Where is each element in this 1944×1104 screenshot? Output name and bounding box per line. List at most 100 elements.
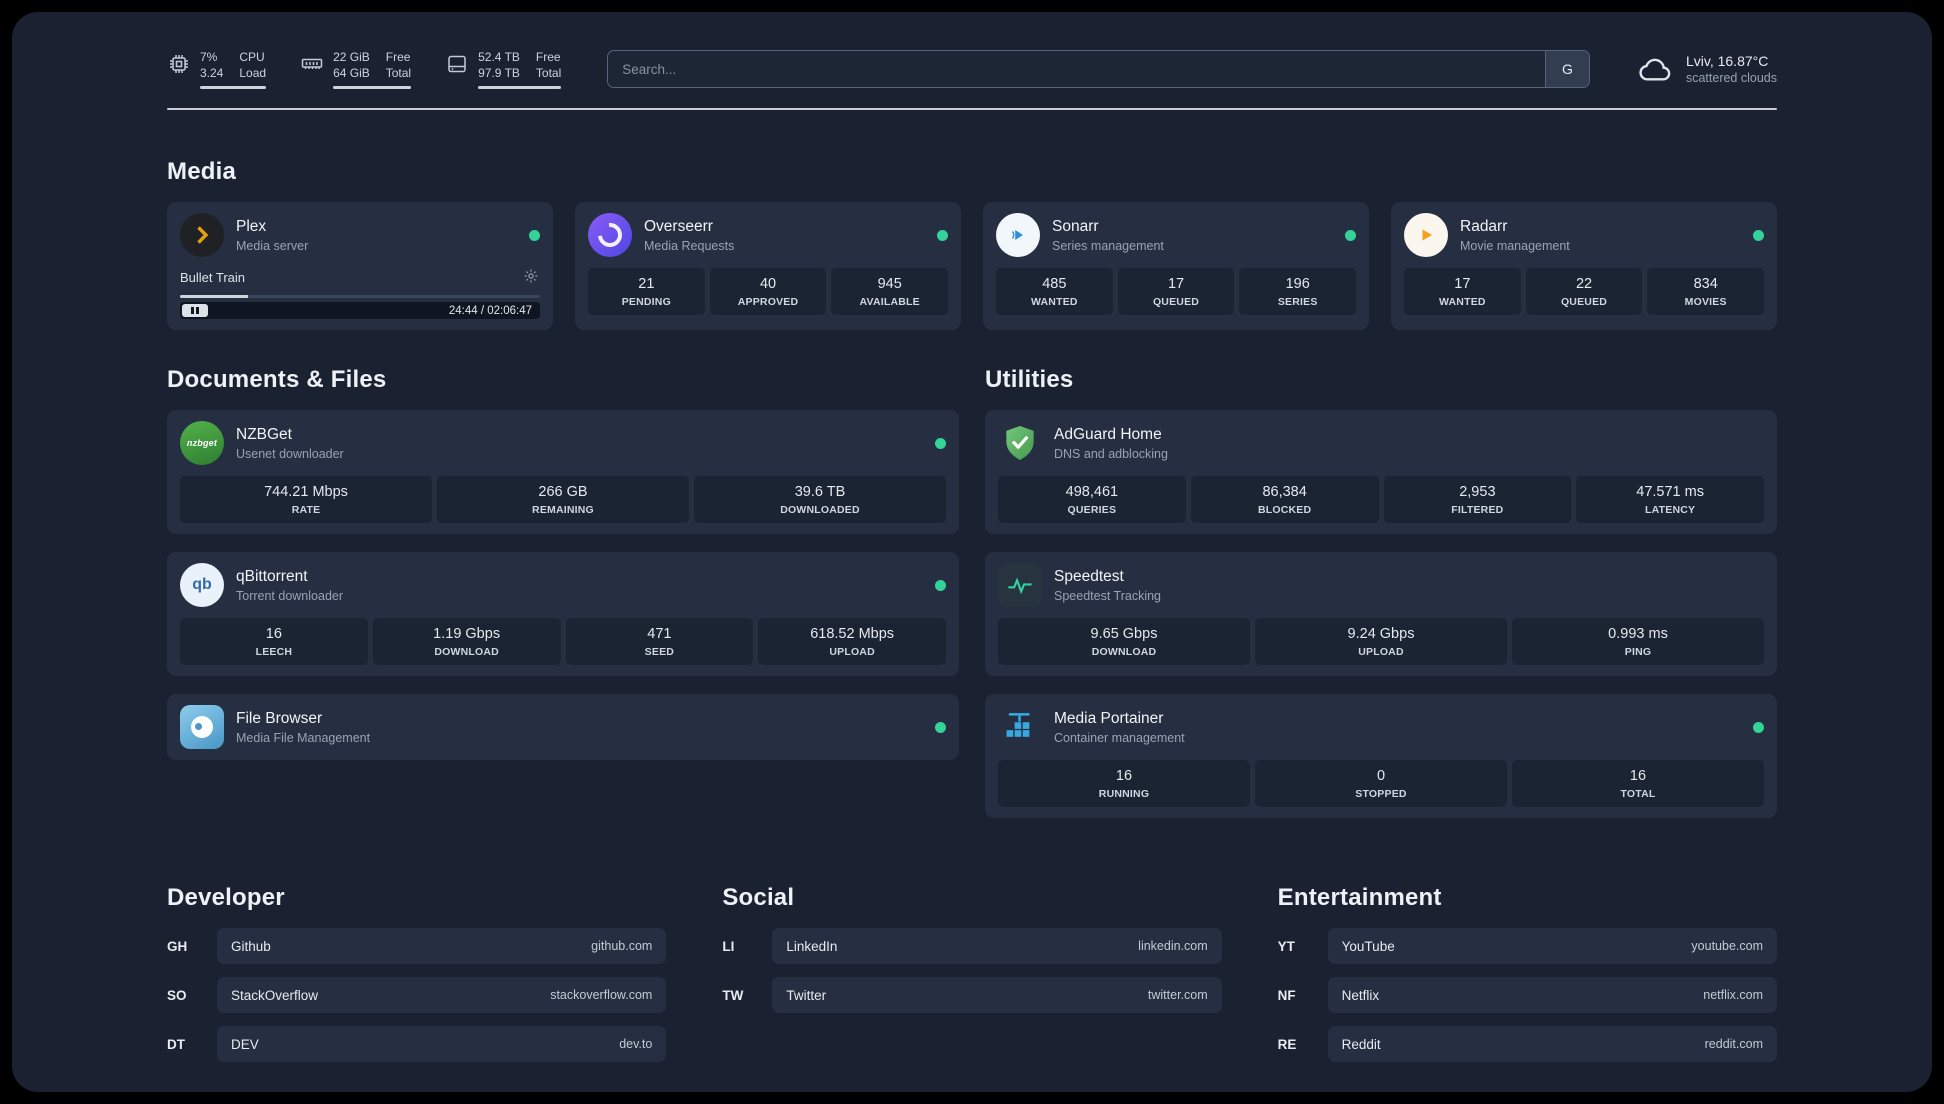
disk-bar <box>478 86 562 90</box>
weather-text: Lviv, 16.87°C scattered clouds <box>1686 53 1777 85</box>
bookmark-url: stackoverflow.com <box>550 988 653 1002</box>
bookmark-group-entertainment: Entertainment YT YouTube youtube.com NF … <box>1278 884 1777 1075</box>
service-card-portainer[interactable]: Media Portainer Container management 16 … <box>985 694 1777 818</box>
stat-block: 39.6 TB DOWNLOADED <box>694 476 946 523</box>
bookmark-abbr: RE <box>1277 1036 1297 1052</box>
service-card-sonarr[interactable]: Sonarr Series management 485 WANTED 17 Q… <box>983 202 1369 330</box>
service-name: Media Portainer <box>1054 709 1164 727</box>
cpu-label: CPU <box>239 49 265 64</box>
service-name: File Browser <box>236 709 323 727</box>
bookmark-linkedin[interactable]: LI LinkedIn linkedin.com <box>722 928 1222 964</box>
stat-block: 47.571 ms LATENCY <box>1576 476 1764 523</box>
service-description: Media File Management <box>236 730 371 745</box>
section-utilities: Utilities AdGuard Home DNS and adblockin… <box>985 366 1777 836</box>
service-card-radarr[interactable]: Radarr Movie management 17 WANTED 22 QUE… <box>1391 202 1777 330</box>
stat-block: 0.993 ms PING <box>1512 618 1764 665</box>
service-card-nzbget[interactable]: nzbget NZBGet Usenet downloader 744.21 M… <box>167 410 959 534</box>
search-provider-button[interactable]: G <box>1544 51 1589 87</box>
stat-value: 22 <box>1575 276 1593 292</box>
bookmark-reddit[interactable]: RE Reddit reddit.com <box>1278 1026 1777 1062</box>
stat-block: 485 WANTED <box>996 268 1113 315</box>
stat-block: 744.21 Mbps RATE <box>180 476 432 523</box>
bookmark-abbr: GH <box>167 938 188 954</box>
stat-label: BLOCKED <box>1257 504 1312 516</box>
status-dot <box>935 721 946 733</box>
stat-value: 834 <box>1693 276 1718 292</box>
stat-value: 266 GB <box>538 484 588 500</box>
bookmark-twitter[interactable]: TW Twitter twitter.com <box>722 977 1222 1013</box>
section-title-social: Social <box>722 884 795 911</box>
bookmark-name: Netflix <box>1341 987 1380 1003</box>
service-card-adguard[interactable]: AdGuard Home DNS and adblocking 498,461 … <box>985 410 1777 534</box>
bookmark-name: YouTube <box>1341 938 1395 954</box>
stat-value: 17 <box>1454 276 1471 292</box>
service-card-filebrowser[interactable]: File Browser Media File Management <box>167 694 959 760</box>
service-description: Usenet downloader <box>236 446 344 461</box>
stat-block: 17 WANTED <box>1404 268 1521 315</box>
stat-label: MOVIES <box>1684 296 1727 308</box>
playback-progress-bar[interactable] <box>180 295 540 298</box>
gear-icon[interactable] <box>522 268 540 286</box>
stat-block: 40 APPROVED <box>709 268 827 315</box>
stat-label: PENDING <box>621 296 671 308</box>
cpu-stats: 7% 3.24 CPU Load <box>200 49 267 90</box>
memory-total-value: 64 GiB <box>333 66 370 80</box>
stat-block: 16 LEECH <box>180 618 368 665</box>
adguard-icon <box>998 421 1042 465</box>
bookmark-pill: DEV dev.to <box>217 1026 667 1062</box>
stat-value: 485 <box>1042 276 1067 292</box>
stat-label: SERIES <box>1277 296 1318 308</box>
service-card-speedtest[interactable]: Speedtest Speedtest Tracking 9.65 Gbps D… <box>985 552 1777 676</box>
qbittorrent-icon: qb <box>180 563 224 607</box>
bookmark-url: dev.to <box>619 1037 653 1051</box>
service-name: Overseerr <box>644 217 713 235</box>
bookmark-name: Twitter <box>786 987 827 1003</box>
section-documents: Documents & Files nzbget NZBGet Usenet d… <box>167 366 959 778</box>
pause-button[interactable] <box>182 304 208 317</box>
status-dot <box>937 229 948 241</box>
bookmark-stackoverflow[interactable]: SO StackOverflow stackoverflow.com <box>167 977 667 1013</box>
memory-widget: 22 GiB 64 GiB Free Total <box>300 49 412 90</box>
bookmark-pill: Twitter twitter.com <box>772 977 1222 1013</box>
stat-block: 9.65 Gbps DOWNLOAD <box>998 618 1250 665</box>
bookmark-name: Github <box>231 938 271 954</box>
stat-label: SEED <box>644 646 675 658</box>
stat-block: 21 PENDING <box>588 268 705 315</box>
stat-label: TOTAL <box>1620 788 1656 800</box>
bookmark-github[interactable]: GH Github github.com <box>167 928 667 964</box>
service-card-qbittorrent[interactable]: qb qBittorrent Torrent downloader 16 LEE… <box>167 552 959 676</box>
stat-label: WANTED <box>1030 296 1078 308</box>
stat-value: 47.571 ms <box>1636 484 1704 500</box>
bookmark-youtube[interactable]: YT YouTube youtube.com <box>1278 928 1777 964</box>
service-name: Sonarr <box>1052 217 1099 235</box>
search-input[interactable] <box>608 51 1545 87</box>
stat-label: LATENCY <box>1645 504 1696 516</box>
section-title-utilities: Utilities <box>985 366 1074 393</box>
header-divider <box>167 108 1777 110</box>
search-bar[interactable]: G <box>607 50 1590 88</box>
cloud-icon <box>1639 58 1671 81</box>
stat-block: 86,384 BLOCKED <box>1190 476 1379 523</box>
service-card-plex[interactable]: Plex Media server Bullet Train 24:44 / 0… <box>167 202 553 330</box>
service-card-overseerr[interactable]: Overseerr Media Requests 21 PENDING 40 A… <box>575 202 961 330</box>
now-playing-title: Bullet Train <box>180 269 246 285</box>
weather-location: Lviv, 16.87°C <box>1685 53 1769 69</box>
section-title-media: Media <box>167 158 237 185</box>
service-description: DNS and adblocking <box>1054 446 1168 461</box>
stat-label: STOPPED <box>1355 788 1407 800</box>
section-title-developer: Developer <box>167 884 285 911</box>
bookmark-netflix[interactable]: NF Netflix netflix.com <box>1278 977 1777 1013</box>
stat-block: 17 QUEUED <box>1117 268 1235 315</box>
plex-icon <box>180 213 224 257</box>
cpu-load-value: 3.24 <box>200 66 224 80</box>
cpu-widget: 7% 3.24 CPU Load <box>167 49 267 90</box>
service-description: Speedtest Tracking <box>1054 588 1162 603</box>
bookmark-group-developer: Developer GH Github github.com SO StackO… <box>167 884 667 1075</box>
weather-condition: scattered clouds <box>1685 71 1777 85</box>
bookmark-dev[interactable]: DT DEV dev.to <box>167 1026 667 1062</box>
service-description: Media server <box>236 238 309 253</box>
stat-value: 0 <box>1376 768 1386 784</box>
stat-value: 9.65 Gbps <box>1090 626 1158 642</box>
memory-free-label: Free <box>385 49 411 64</box>
stat-block: 618.52 Mbps UPLOAD <box>758 618 946 665</box>
